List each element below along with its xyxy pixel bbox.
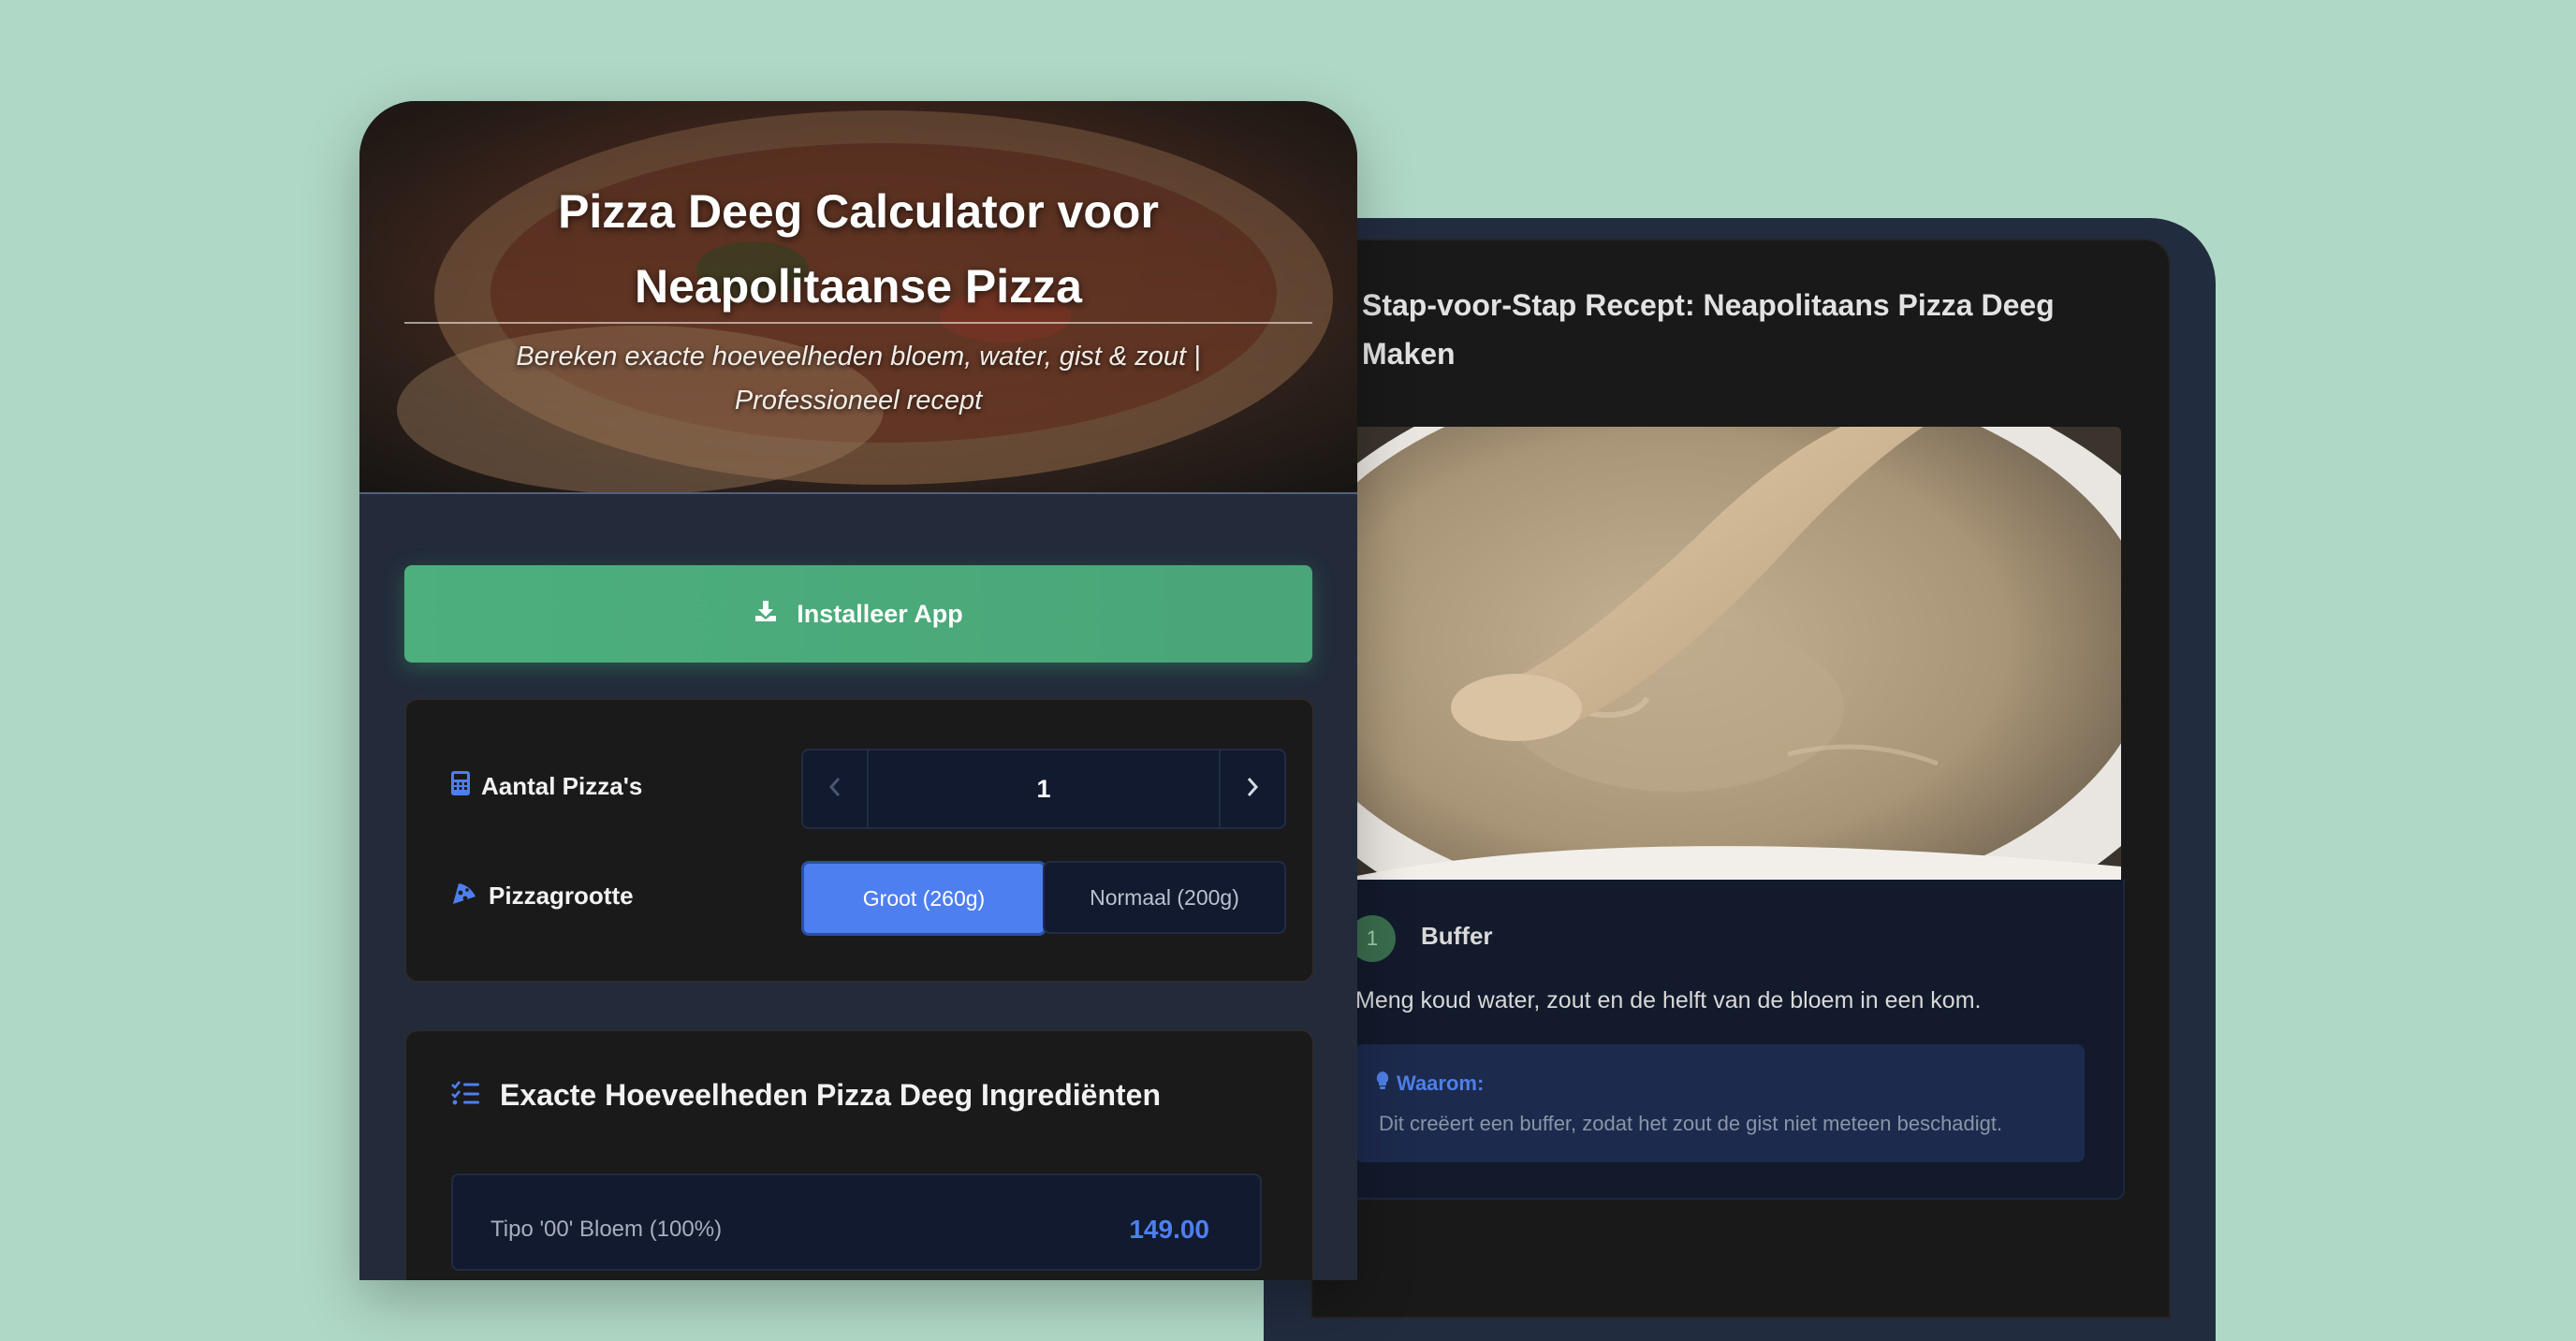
dough-mixing-photo	[1339, 427, 2121, 880]
hero-divider	[404, 322, 1312, 324]
recipe-title: Stap-voor-Stap Recept: Neapolitaans Pizz…	[1362, 288, 2055, 371]
chevron-right-icon	[1246, 777, 1259, 802]
download-icon	[754, 599, 778, 630]
ingredient-amount: 149.00	[1129, 1215, 1209, 1244]
chevron-left-icon	[828, 777, 842, 802]
size-option-large[interactable]: Groot (260g)	[801, 861, 1046, 936]
why-label: Waarom:	[1376, 1071, 1484, 1096]
pizza-count-value[interactable]: 1	[869, 751, 1219, 827]
step-title: Buffer	[1421, 922, 1493, 950]
increase-button[interactable]	[1219, 751, 1284, 827]
lightbulb-icon	[1376, 1071, 1389, 1096]
pizza-slice-icon	[451, 880, 477, 912]
page-subtitle: Bereken exacte hoeveelheden bloem, water…	[516, 342, 1201, 415]
install-app-button[interactable]: Installeer App	[404, 565, 1312, 663]
step-description: Meng koud water, zout en de helft van de…	[1355, 987, 1982, 1013]
calculator-icon	[451, 771, 470, 802]
ingredients-title: Exacte Hoeveelheden Pizza Deeg Ingrediën…	[451, 1078, 1161, 1113]
calculator-device-frame: Pizza Deeg Calculator voor Neapolitaanse…	[359, 101, 1357, 1280]
size-option-normal[interactable]: Normaal (200g)	[1043, 861, 1286, 934]
hero-banner: Pizza Deeg Calculator voor Neapolitaanse…	[359, 101, 1357, 494]
list-check-icon	[451, 1078, 479, 1113]
page-title: Pizza Deeg Calculator voor Neapolitaanse…	[558, 185, 1159, 313]
pizza-count-label: Aantal Pizza's	[451, 771, 642, 802]
why-callout	[1355, 1044, 2085, 1162]
ingredients-panel: Exacte Hoeveelheden Pizza Deeg Ingrediën…	[404, 1029, 1314, 1280]
ingredient-row: Tipo '00' Bloem (100%) 149.00	[451, 1173, 1262, 1271]
pizza-size-label: Pizzagrootte	[451, 880, 634, 912]
calculator-settings-panel: Aantal Pizza's 1 Pizzagrootte Groot (260…	[404, 698, 1314, 983]
why-text: Dit creëert een buffer, zodat het zout d…	[1379, 1112, 2003, 1135]
decrease-button[interactable]	[803, 751, 869, 827]
install-app-label: Installeer App	[797, 599, 963, 628]
pizza-count-stepper: 1	[801, 749, 1286, 829]
ingredient-name: Tipo '00' Bloem (100%)	[490, 1217, 723, 1242]
hero-border	[359, 492, 1357, 494]
